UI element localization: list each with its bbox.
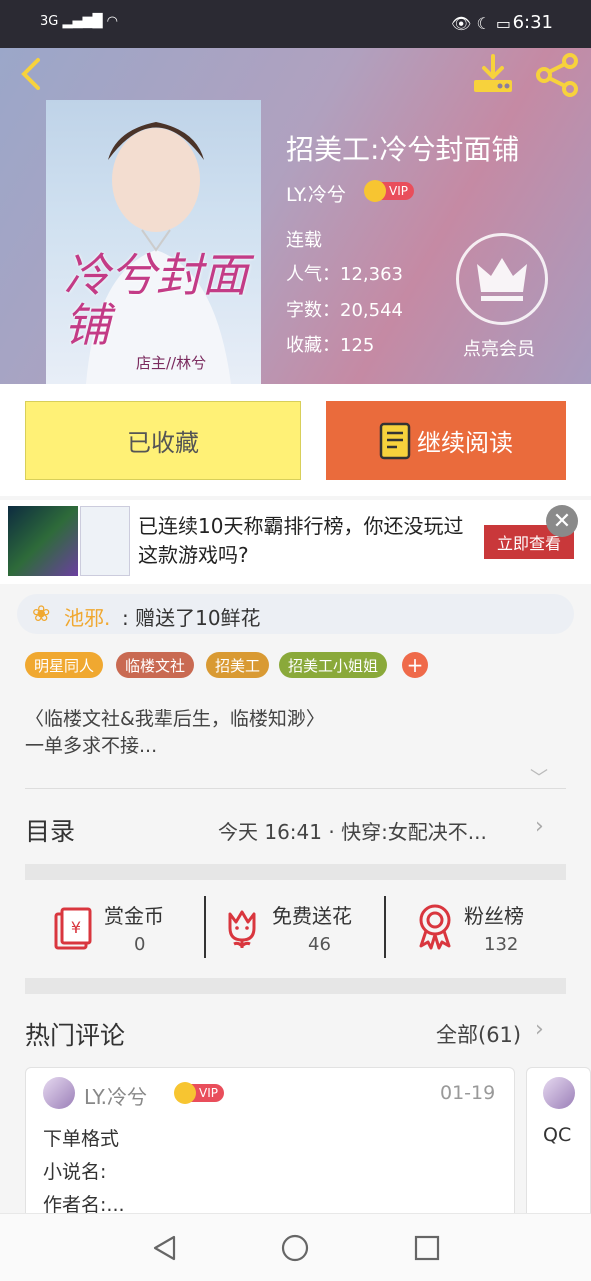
continue-reading-button[interactable]: 继续阅读	[326, 401, 566, 480]
flower-icon	[228, 910, 256, 949]
popularity: 人气：12,363	[286, 264, 403, 285]
avatar[interactable]	[543, 1077, 575, 1109]
comment-text-line: 小说名:	[43, 1161, 107, 1183]
flower-icon: ❀	[32, 602, 51, 627]
divider	[384, 896, 386, 958]
latest-chapter[interactable]: 今天 16:41 · 快穿:女配决不...	[218, 816, 487, 845]
medal-icon	[419, 904, 451, 950]
close-icon: ✕	[552, 508, 572, 534]
add-tag-button[interactable]: +	[402, 652, 428, 678]
status-icons: 👁 ☾ ▭	[451, 14, 511, 33]
tag-item[interactable]: 临楼文社	[116, 652, 195, 678]
clock: 6:31	[512, 12, 553, 33]
reward-coins-stat[interactable]: ¥ 赏金币 0	[52, 896, 192, 960]
gift-user[interactable]: 池邪.	[64, 602, 110, 631]
author-name[interactable]: LY.冷兮	[286, 180, 346, 207]
avatar[interactable]	[43, 1077, 75, 1109]
gift-text: : 赠送了10鲜花	[122, 606, 261, 630]
section-separator	[25, 864, 566, 880]
member-label: 点亮会员	[463, 339, 535, 360]
download-button[interactable]	[470, 52, 516, 98]
expand-chevron-down-icon[interactable]: ﹀	[530, 764, 548, 790]
signal-indicator: 3G ▂▄▆█ ◠	[40, 14, 118, 29]
crown-icon	[364, 180, 386, 202]
comment-text-line: 下单格式	[43, 1128, 120, 1150]
download-icon	[474, 54, 512, 92]
recents-square-icon[interactable]	[413, 1234, 441, 1262]
comment-text-line: QC	[543, 1124, 572, 1146]
book-cover[interactable]: 冷兮封面铺 店主//林兮	[46, 100, 261, 384]
back-button[interactable]	[14, 56, 50, 92]
chevron-left-icon	[21, 58, 40, 90]
free-flowers-stat[interactable]: 免费送花 46	[222, 896, 382, 960]
plus-icon: +	[406, 653, 424, 677]
member-button[interactable]	[456, 233, 548, 325]
ad-screenshot-image	[80, 506, 130, 576]
hot-comments-title: 热门评论	[25, 1021, 126, 1050]
ad-game-image	[8, 506, 78, 576]
book-icon	[379, 422, 411, 459]
saved-button[interactable]: 已收藏	[25, 401, 301, 480]
share-button[interactable]	[534, 52, 582, 98]
chevron-right-icon[interactable]: ›	[535, 814, 544, 839]
vip-badge: VIP	[174, 1082, 224, 1104]
ad-text: 已连续10天称霸排行榜，你还没玩过这款游戏吗?	[138, 514, 464, 567]
tag-item[interactable]: 招美工	[206, 652, 270, 678]
system-nav-bar	[0, 1213, 591, 1281]
back-triangle-icon[interactable]	[150, 1234, 178, 1262]
toc-label[interactable]: 目录	[25, 812, 75, 848]
fans-ranking-stat[interactable]: 粉丝榜 132	[414, 896, 564, 960]
cover-subtitle-art: 店主//林兮	[136, 354, 207, 372]
divider	[204, 896, 206, 958]
tag-item[interactable]: 明星同人	[25, 652, 104, 678]
cover-title-art: 冷兮封面铺	[64, 248, 248, 352]
red-envelope-icon: ¥	[54, 907, 92, 950]
chevron-right-icon[interactable]: ›	[535, 1017, 544, 1042]
section-separator	[25, 978, 566, 994]
comment-user[interactable]: LY.冷兮	[84, 1081, 147, 1110]
book-status: 连载	[286, 230, 322, 251]
book-description[interactable]: 〈临楼文社&我辈后生，临楼知渺〉 一单多求不接...	[25, 706, 565, 760]
tag-item[interactable]: 招美工小姐姐	[279, 652, 388, 678]
home-circle-icon[interactable]	[281, 1234, 309, 1262]
ad-close-button[interactable]: ✕	[546, 505, 578, 537]
favorites-count: 收藏：125	[286, 335, 375, 356]
crown-icon	[174, 1082, 196, 1104]
status-bar: 3G ▂▄▆█ ◠ 👁 ☾ ▭ 6:31	[0, 0, 591, 48]
divider	[25, 788, 566, 789]
all-comments-link[interactable]: 全部(61)	[436, 1019, 521, 1049]
word-count: 字数：20,544	[286, 300, 403, 321]
svg-text:¥: ¥	[71, 918, 81, 937]
crown-icon	[477, 258, 527, 301]
share-icon	[536, 53, 578, 97]
vip-badge: VIP	[364, 180, 414, 202]
comment-date: 01-19	[440, 1082, 496, 1104]
book-title: 招美工:冷兮封面铺	[286, 133, 520, 166]
